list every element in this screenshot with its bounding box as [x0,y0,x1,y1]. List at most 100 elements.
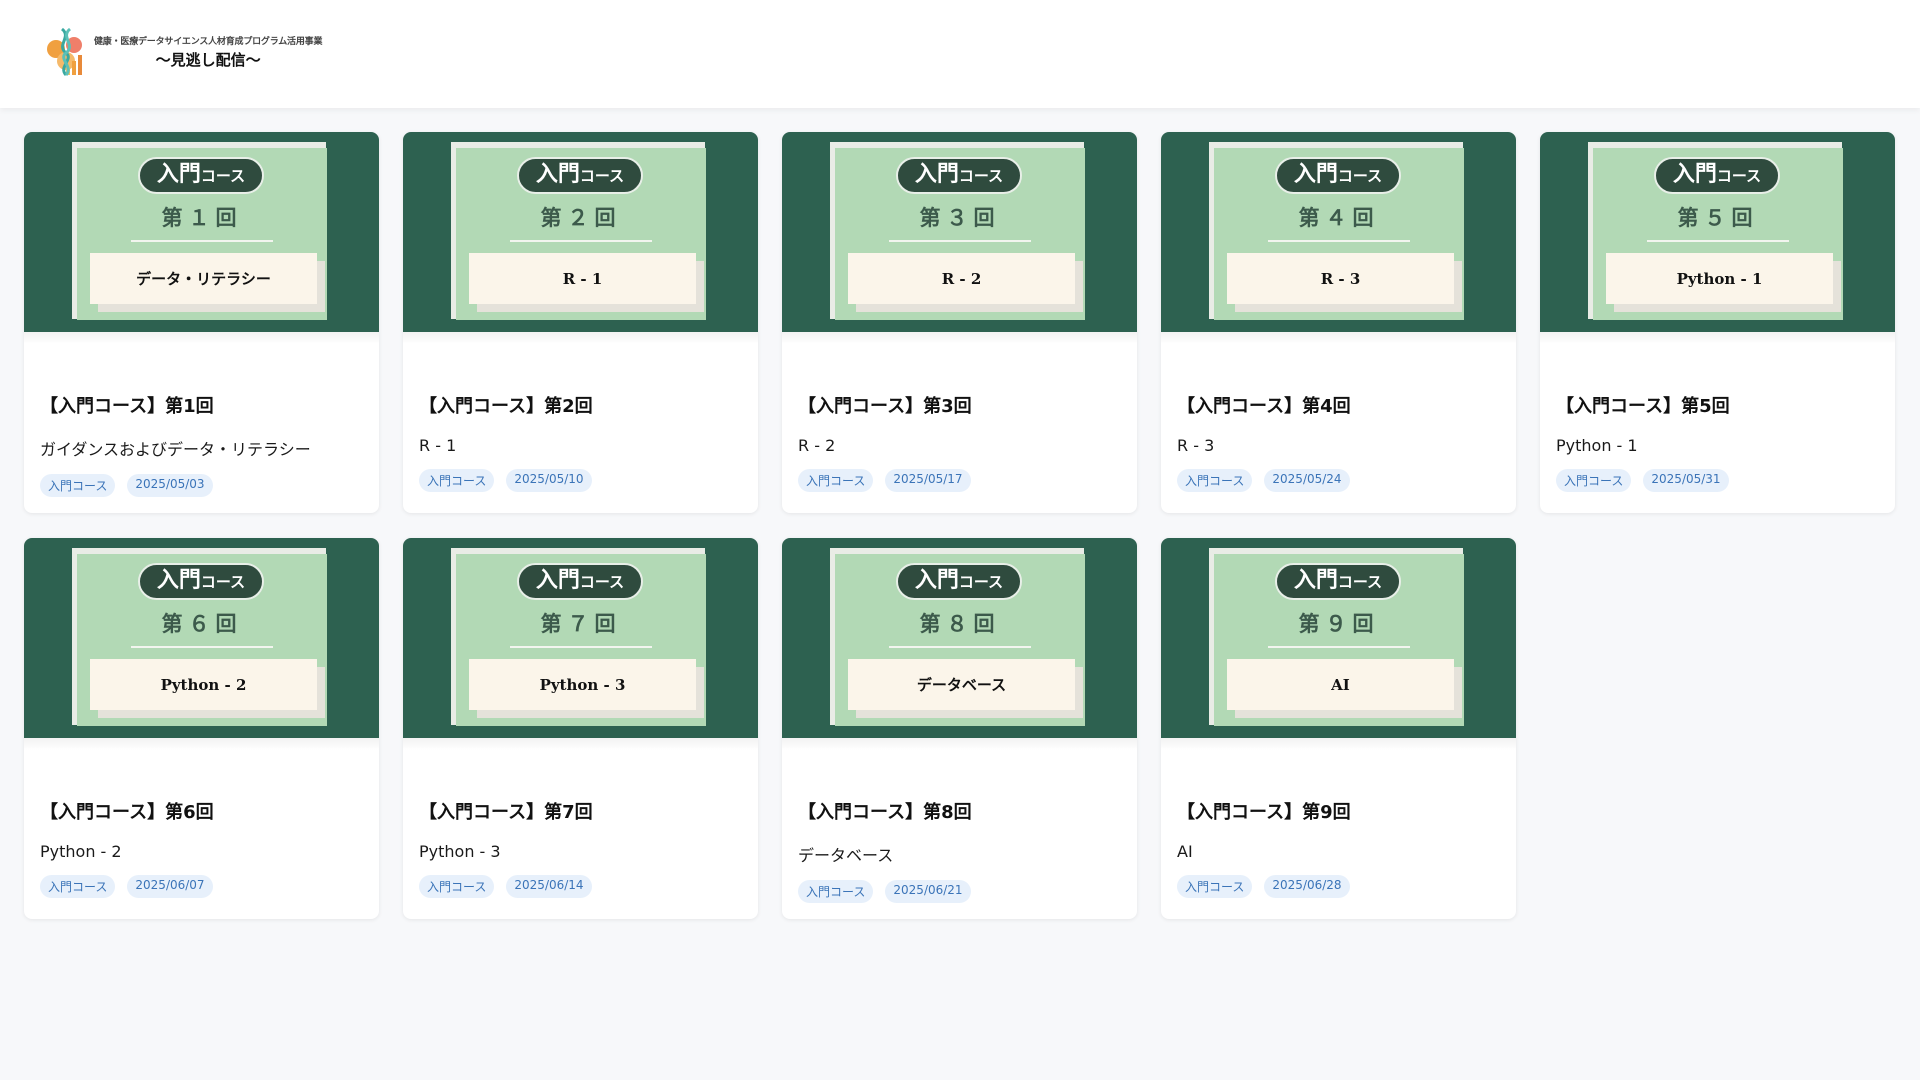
course-tag[interactable]: 入門コース [419,875,495,898]
thumbnail-session-number: 第９回 [1298,612,1380,636]
course-badge-suffix: コース [1716,167,1762,185]
video-thumbnail[interactable]: 入門コース 第４回 R - 3 [1161,132,1516,332]
thumbnail-topic: Python - 1 [1606,253,1833,304]
card-subtitle: AI [1177,842,1193,861]
video-card[interactable]: 入門コース 第４回 R - 3 【入門コース】第4回 R - 3 入門コース 2… [1161,132,1516,513]
card-body: 【入門コース】第8回 データベース 入門コース 2025/06/21 [782,798,1137,903]
card-subtitle: R - 2 [798,436,836,455]
video-card[interactable]: 入門コース 第９回 AI 【入門コース】第9回 AI 入門コース 2025/06… [1161,538,1516,919]
site-header: 健康・医療データサイエンス人材育成プログラム活用事業 〜見逃し配信〜 [0,0,1920,108]
card-title[interactable]: 【入門コース】第2回 [419,392,742,418]
thumbnail-topic: データ・リテラシー [90,253,317,304]
course-badge: 入門コース [138,157,264,194]
course-tag[interactable]: 入門コース [40,474,116,497]
thumbnail-shadow [403,332,758,344]
thumbnail-topic: R - 1 [469,253,696,304]
course-badge-suffix: コース [1337,573,1383,591]
thumbnail-divider [889,646,1031,648]
video-card[interactable]: 入門コース 第７回 Python - 3 【入門コース】第7回 Python -… [403,538,758,919]
course-badge: 入門コース [517,563,643,600]
card-title[interactable]: 【入門コース】第6回 [40,798,363,824]
thumbnail-topic: AI [1227,659,1454,710]
video-card[interactable]: 入門コース 第６回 Python - 2 【入門コース】第6回 Python -… [24,538,379,919]
course-tag[interactable]: 入門コース [40,875,116,898]
video-thumbnail[interactable]: 入門コース 第６回 Python - 2 [24,538,379,738]
card-title[interactable]: 【入門コース】第8回 [798,798,1121,824]
card-title[interactable]: 【入門コース】第9回 [1177,798,1500,824]
card-tags: 入門コース 2025/05/17 [798,469,1121,492]
card-title[interactable]: 【入門コース】第5回 [1556,392,1879,418]
course-badge: 入門コース [1654,157,1780,194]
course-badge-suffix: コース [200,167,246,185]
thumbnail-divider [131,646,273,648]
thumbnail-topic: R - 2 [848,253,1075,304]
card-title[interactable]: 【入門コース】第1回 [40,392,363,418]
course-badge: 入門コース [138,563,264,600]
course-tag[interactable]: 入門コース [1556,469,1632,492]
thumbnail-topic: データベース [848,659,1075,710]
course-tag[interactable]: 入門コース [419,469,495,492]
logo-title: 〜見逃し配信〜 [155,51,261,69]
thumbnail-session-number: 第３回 [919,206,1001,230]
card-body: 【入門コース】第4回 R - 3 入門コース 2025/05/24 [1161,392,1516,492]
course-badge-main: 入門 [1293,568,1338,593]
course-badge-main: 入門 [1672,162,1717,187]
thumbnail-shadow [24,332,379,344]
card-tags: 入門コース 2025/05/24 [1177,469,1500,492]
course-badge: 入門コース [896,157,1022,194]
site-logo[interactable]: 健康・医療データサイエンス人材育成プログラム活用事業 〜見逃し配信〜 [44,26,322,78]
card-tags: 入門コース 2025/06/14 [419,875,742,898]
card-subtitle: ガイダンスおよびデータ・リテラシー [40,440,311,459]
video-card[interactable]: 入門コース 第２回 R - 1 【入門コース】第2回 R - 1 入門コース 2… [403,132,758,513]
thumbnail-session-number: 第５回 [1677,206,1759,230]
date-tag: 2025/06/07 [127,875,213,898]
video-card[interactable]: 入門コース 第３回 R - 2 【入門コース】第3回 R - 2 入門コース 2… [782,132,1137,513]
course-badge-main: 入門 [914,568,959,593]
date-tag: 2025/06/28 [1264,875,1350,898]
course-tag[interactable]: 入門コース [1177,875,1253,898]
video-thumbnail[interactable]: 入門コース 第７回 Python - 3 [403,538,758,738]
date-tag: 2025/06/21 [885,880,971,903]
course-tag[interactable]: 入門コース [1177,469,1253,492]
video-card[interactable]: 入門コース 第８回 データベース 【入門コース】第8回 データベース 入門コース… [782,538,1137,919]
card-title[interactable]: 【入門コース】第4回 [1177,392,1500,418]
thumbnail-divider [510,240,652,242]
card-subtitle: R - 1 [419,436,457,455]
video-thumbnail[interactable]: 入門コース 第２回 R - 1 [403,132,758,332]
dna-logo-icon [44,27,90,77]
video-card-grid: 入門コース 第１回 データ・リテラシー 【入門コース】第1回 ガイダンスおよびデ… [24,132,1896,919]
course-badge-suffix: コース [958,573,1004,591]
course-tag[interactable]: 入門コース [798,880,874,903]
card-subtitle: Python - 3 [419,842,501,861]
course-badge-suffix: コース [579,573,625,591]
video-card[interactable]: 入門コース 第１回 データ・リテラシー 【入門コース】第1回 ガイダンスおよびデ… [24,132,379,513]
course-tag[interactable]: 入門コース [798,469,874,492]
card-subtitle: R - 3 [1177,436,1215,455]
thumbnail-divider [1647,240,1789,242]
course-badge: 入門コース [517,157,643,194]
card-title[interactable]: 【入門コース】第3回 [798,392,1121,418]
thumbnail-topic: Python - 3 [469,659,696,710]
video-card[interactable]: 入門コース 第５回 Python - 1 【入門コース】第5回 Python -… [1540,132,1895,513]
thumbnail-session-number: 第１回 [161,206,243,230]
video-thumbnail[interactable]: 入門コース 第８回 データベース [782,538,1137,738]
card-tags: 入門コース 2025/06/28 [1177,875,1500,898]
course-badge-suffix: コース [579,167,625,185]
video-thumbnail[interactable]: 入門コース 第５回 Python - 1 [1540,132,1895,332]
video-thumbnail[interactable]: 入門コース 第９回 AI [1161,538,1516,738]
card-title[interactable]: 【入門コース】第7回 [419,798,742,824]
date-tag: 2025/05/17 [885,469,971,492]
card-body: 【入門コース】第3回 R - 2 入門コース 2025/05/17 [782,392,1137,492]
thumbnail-shadow [1540,332,1895,344]
video-thumbnail[interactable]: 入門コース 第３回 R - 2 [782,132,1137,332]
date-tag: 2025/05/31 [1643,469,1729,492]
thumbnail-divider [1268,646,1410,648]
video-thumbnail[interactable]: 入門コース 第１回 データ・リテラシー [24,132,379,332]
thumbnail-divider [1268,240,1410,242]
thumbnail-session-number: 第７回 [540,612,622,636]
thumbnail-shadow [24,738,379,750]
course-badge: 入門コース [896,563,1022,600]
card-body: 【入門コース】第7回 Python - 3 入門コース 2025/06/14 [403,798,758,898]
card-tags: 入門コース 2025/05/10 [419,469,742,492]
thumbnail-topic: Python - 2 [90,659,317,710]
